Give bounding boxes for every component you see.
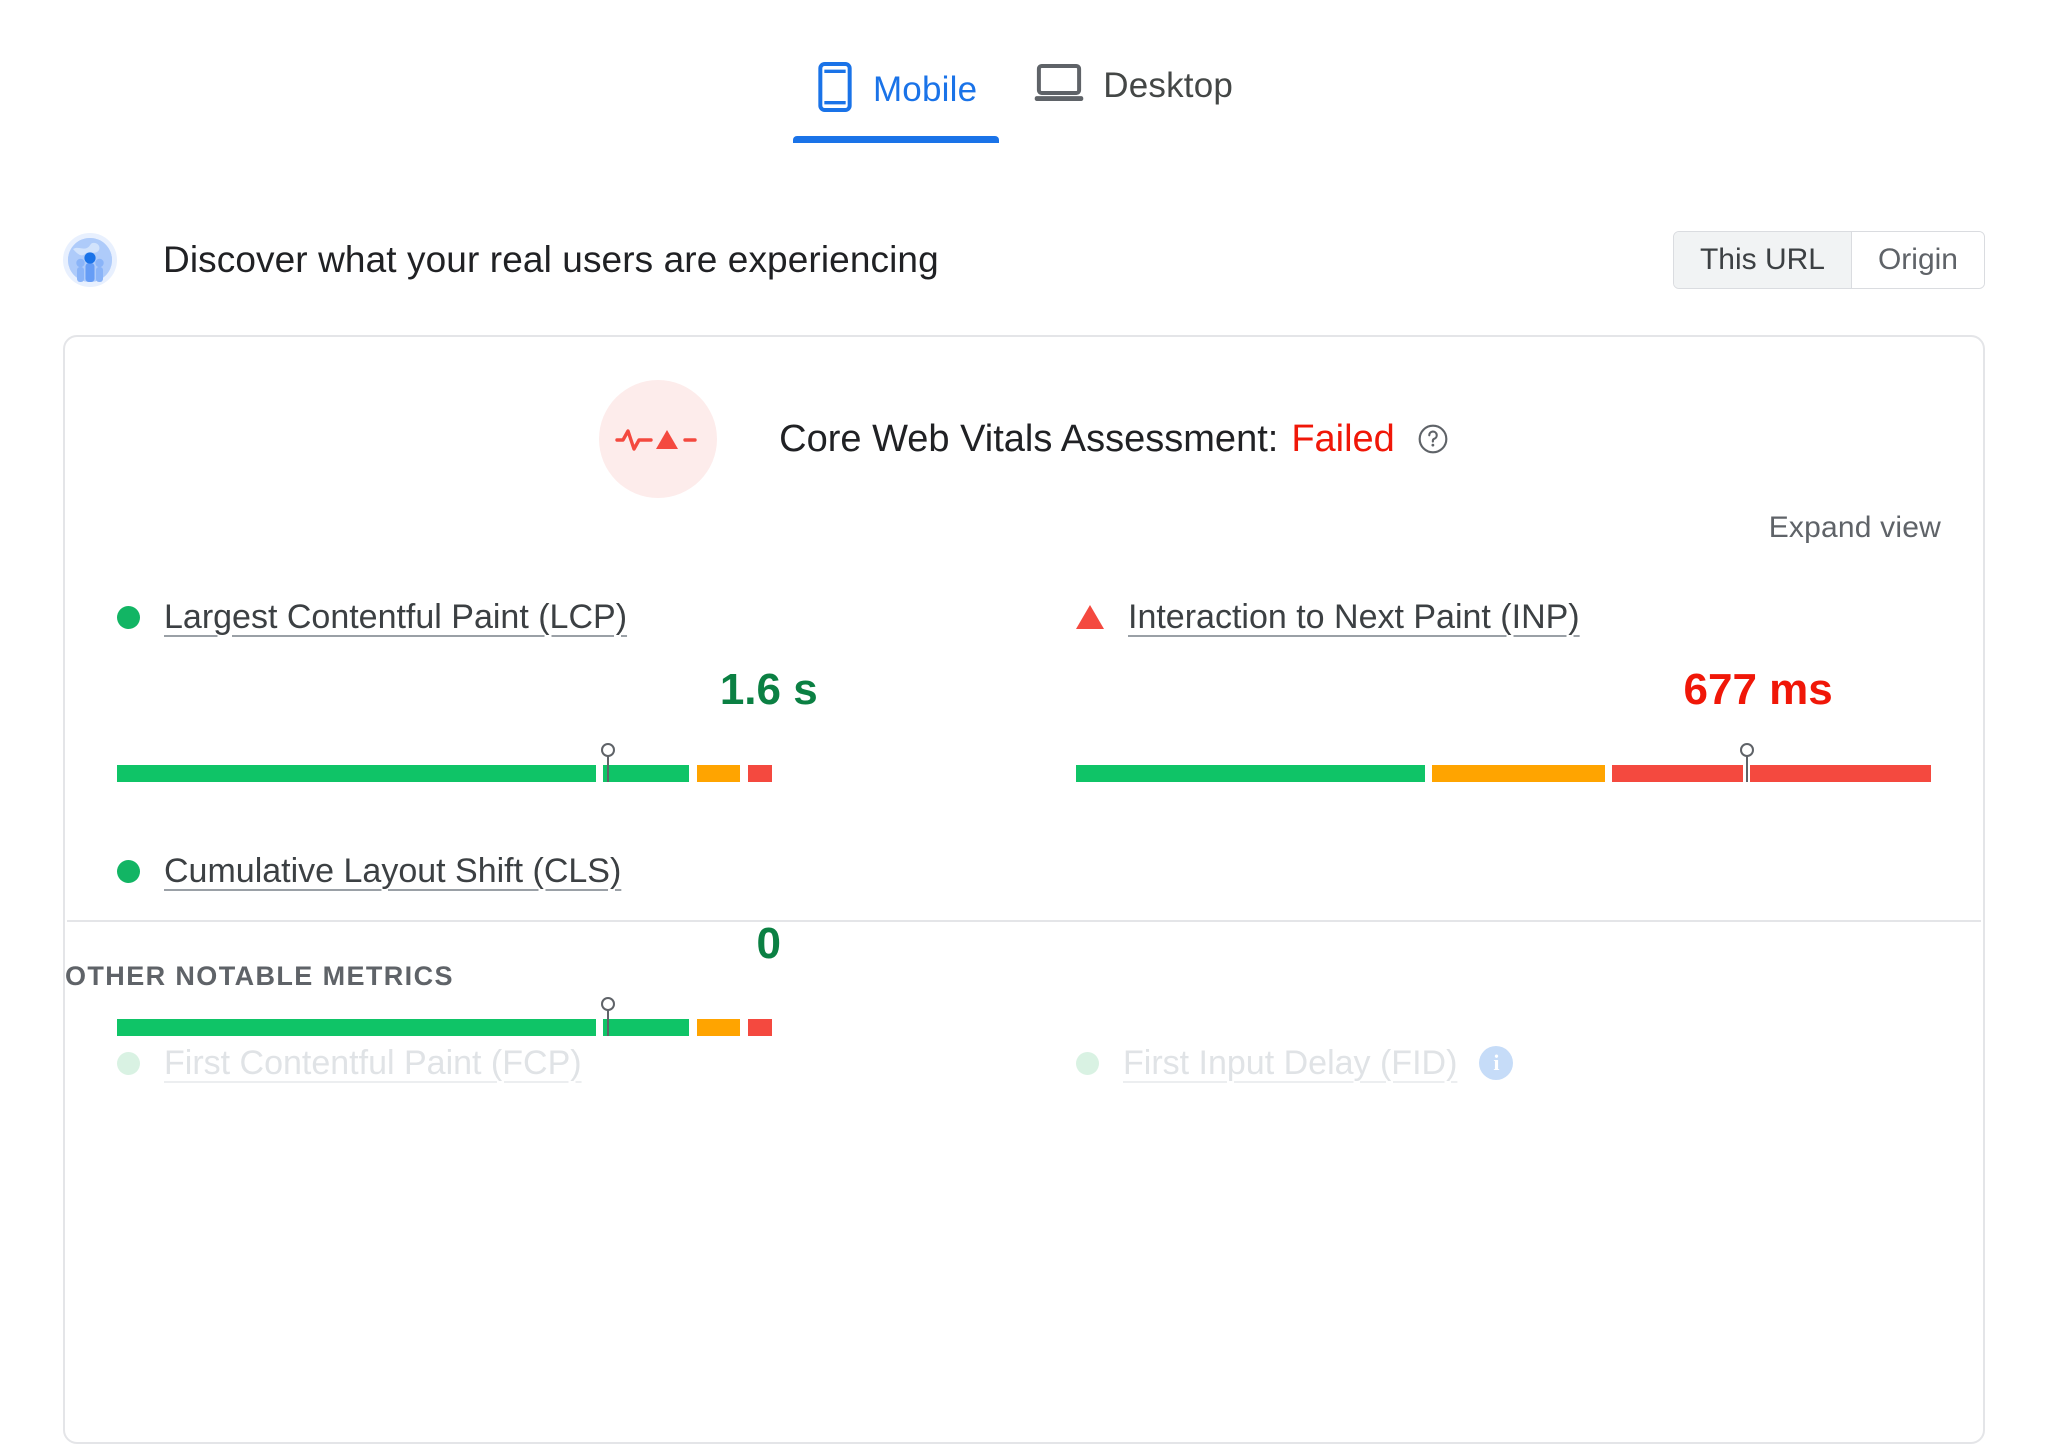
metric-inp-name[interactable]: Interaction to Next Paint (INP)	[1128, 598, 1580, 637]
other-metrics-row: First Contentful Paint (FCP) First Input…	[65, 1037, 1983, 1089]
metric-cls: Cumulative Layout Shift (CLS) 0	[65, 845, 1024, 1041]
bar-segment-good	[117, 765, 596, 782]
metric-inp-value-wrap: 677 ms	[1076, 665, 1945, 739]
bar-segment-poor	[747, 1019, 772, 1036]
status-triangle-poor-icon	[1076, 605, 1104, 629]
metric-lcp-distribution-bar	[117, 765, 772, 782]
metric-cls-name[interactable]: Cumulative Layout Shift (CLS)	[164, 852, 621, 891]
expand-view-link[interactable]: Expand view	[1769, 511, 1941, 545]
bar-segment-poor-2	[1750, 765, 1931, 782]
assessment-header: Core Web Vitals Assessment: Failed	[65, 380, 1983, 498]
bar-gap	[740, 765, 748, 782]
metric-lcp-value: 1.6 s	[719, 665, 818, 714]
device-tab-bar: Mobile Desktop	[0, 56, 2048, 143]
metric-fid-name[interactable]: First Input Delay (FID)	[1123, 1044, 1457, 1083]
metric-lcp-bar-wrap	[117, 743, 986, 787]
discover-header-row: Discover what your real users are experi…	[63, 225, 1985, 295]
status-dot-icon	[1076, 1051, 1099, 1075]
scope-this-url-button[interactable]: This URL	[1673, 232, 1851, 288]
scope-toggle: This URL Origin	[1672, 231, 1985, 289]
mobile-phone-icon	[815, 62, 855, 117]
tab-desktop[interactable]: Desktop	[1005, 56, 1261, 135]
bar-gap	[689, 1019, 697, 1036]
help-circle-icon[interactable]	[1417, 423, 1449, 455]
tab-mobile[interactable]: Mobile	[787, 56, 1005, 143]
metric-inp-distribution-bar	[1076, 765, 1931, 782]
scope-origin-button[interactable]: Origin	[1851, 232, 1984, 288]
bar-gap	[1605, 765, 1613, 782]
tab-active-indicator	[792, 136, 1000, 143]
metric-row-2-spacer	[1024, 845, 1983, 1041]
bar-segment-poor	[747, 765, 772, 782]
status-dot-icon	[117, 1051, 140, 1075]
status-dot-good-icon	[117, 605, 140, 629]
laptop-icon	[1033, 62, 1085, 109]
status-dot-good-icon	[117, 859, 140, 883]
bar-gap	[1425, 765, 1433, 782]
metric-inp-head: Interaction to Next Paint (INP)	[1076, 591, 1945, 643]
bar-segment-poor	[1612, 765, 1743, 782]
metric-lcp-value-wrap: 1.6 s	[117, 665, 986, 739]
metric-lcp-name[interactable]: Largest Contentful Paint (LCP)	[164, 598, 627, 637]
core-web-vitals-card: Core Web Vitals Assessment: Failed Expan…	[63, 335, 1985, 1444]
tab-mobile-label: Mobile	[872, 69, 978, 109]
core-metrics-row-2: Cumulative Layout Shift (CLS) 0	[65, 845, 1983, 1041]
metric-lcp: Largest Contentful Paint (LCP) 1.6 s	[65, 591, 1024, 787]
metric-fid-head: First Input Delay (FID) i	[1076, 1037, 1945, 1089]
bar-segment-needs-improvement	[697, 1019, 740, 1036]
bar-segment-good	[1076, 765, 1425, 782]
metric-cls-distribution-bar	[117, 1019, 772, 1036]
assessment-title: Core Web Vitals Assessment: Failed	[779, 418, 1449, 461]
other-metrics-grid: First Contentful Paint (FCP) First Input…	[65, 1037, 1983, 1089]
bar-gap	[689, 765, 697, 782]
bar-segment-needs-improvement	[1432, 765, 1605, 782]
metric-lcp-value-marker	[599, 742, 617, 791]
bar-segment-needs-improvement	[697, 765, 740, 782]
pagespeed-insights-field-data-panel: Mobile Desktop Discover what your real u…	[0, 0, 2048, 1444]
metric-lcp-head: Largest Contentful Paint (LCP)	[117, 591, 986, 643]
metric-cls-bar-wrap	[117, 997, 986, 1041]
metric-inp-value: 677 ms	[1683, 665, 1833, 714]
metric-fid: First Input Delay (FID) i	[1024, 1037, 1983, 1089]
metric-inp-value-marker	[1738, 742, 1756, 791]
globe-users-icon	[63, 233, 117, 287]
metric-cls-head: Cumulative Layout Shift (CLS)	[117, 845, 986, 897]
section-divider	[67, 920, 1981, 922]
page-title: Discover what your real users are experi…	[163, 239, 939, 280]
pulse-warning-icon	[599, 380, 718, 498]
bar-segment-good	[117, 1019, 596, 1036]
core-metrics-row-1: Largest Contentful Paint (LCP) 1.6 s Int…	[65, 591, 1983, 787]
tab-desktop-label: Desktop	[1103, 65, 1234, 105]
metric-inp: Interaction to Next Paint (INP) 677 ms	[1024, 591, 1983, 787]
info-circle-icon[interactable]: i	[1479, 1046, 1514, 1080]
other-metrics-heading-text: OTHER NOTABLE METRICS	[65, 961, 454, 991]
assessment-verdict: Failed	[1291, 417, 1395, 460]
bar-gap	[740, 1019, 748, 1036]
assessment-label: Core Web Vitals Assessment:	[779, 417, 1279, 460]
metric-inp-bar-wrap	[1076, 743, 1945, 787]
metric-fcp: First Contentful Paint (FCP)	[65, 1037, 1024, 1089]
other-metrics-heading: OTHER NOTABLE METRICS	[65, 961, 1983, 992]
metric-fcp-head: First Contentful Paint (FCP)	[117, 1037, 986, 1089]
metric-fcp-name[interactable]: First Contentful Paint (FCP)	[164, 1044, 582, 1083]
